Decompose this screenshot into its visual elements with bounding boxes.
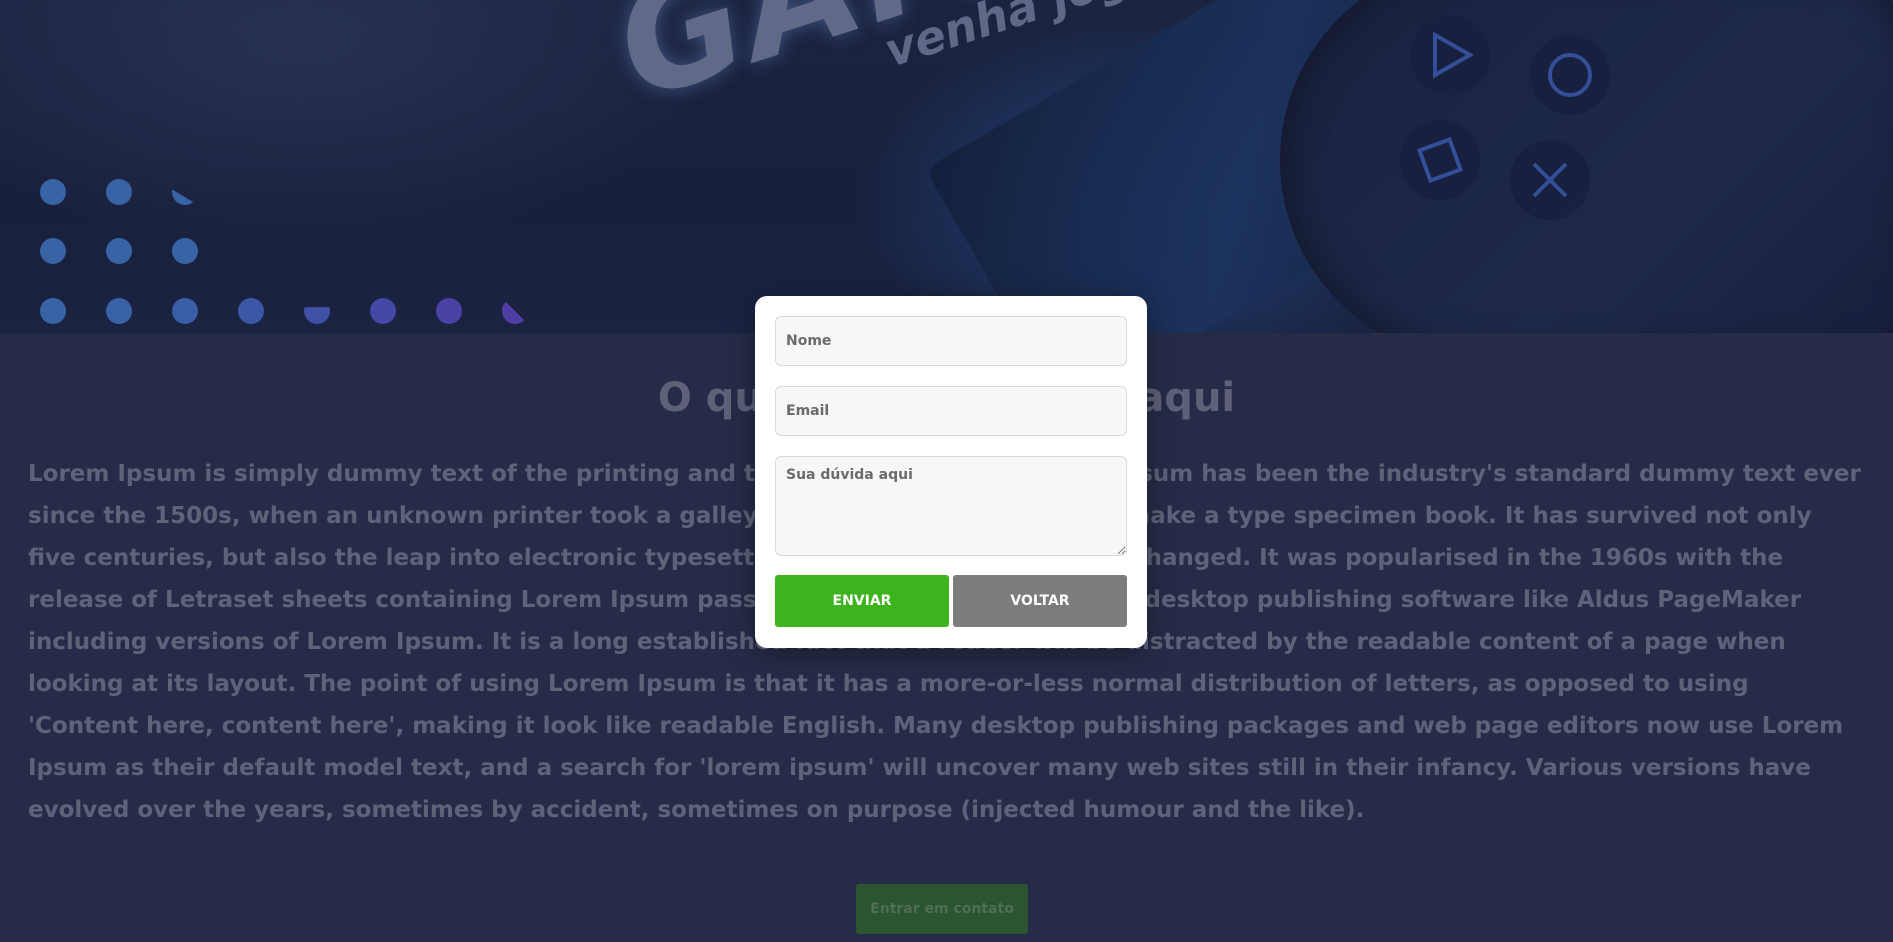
email-input[interactable] — [775, 386, 1127, 436]
message-textarea[interactable] — [775, 456, 1127, 556]
contact-modal: ENVIAR VOLTAR — [755, 296, 1147, 648]
page: GAMES venha jogar com O que voce encontr… — [0, 0, 1893, 942]
name-input[interactable] — [775, 316, 1127, 366]
submit-button[interactable]: ENVIAR — [775, 575, 949, 627]
back-button[interactable]: VOLTAR — [953, 575, 1127, 627]
